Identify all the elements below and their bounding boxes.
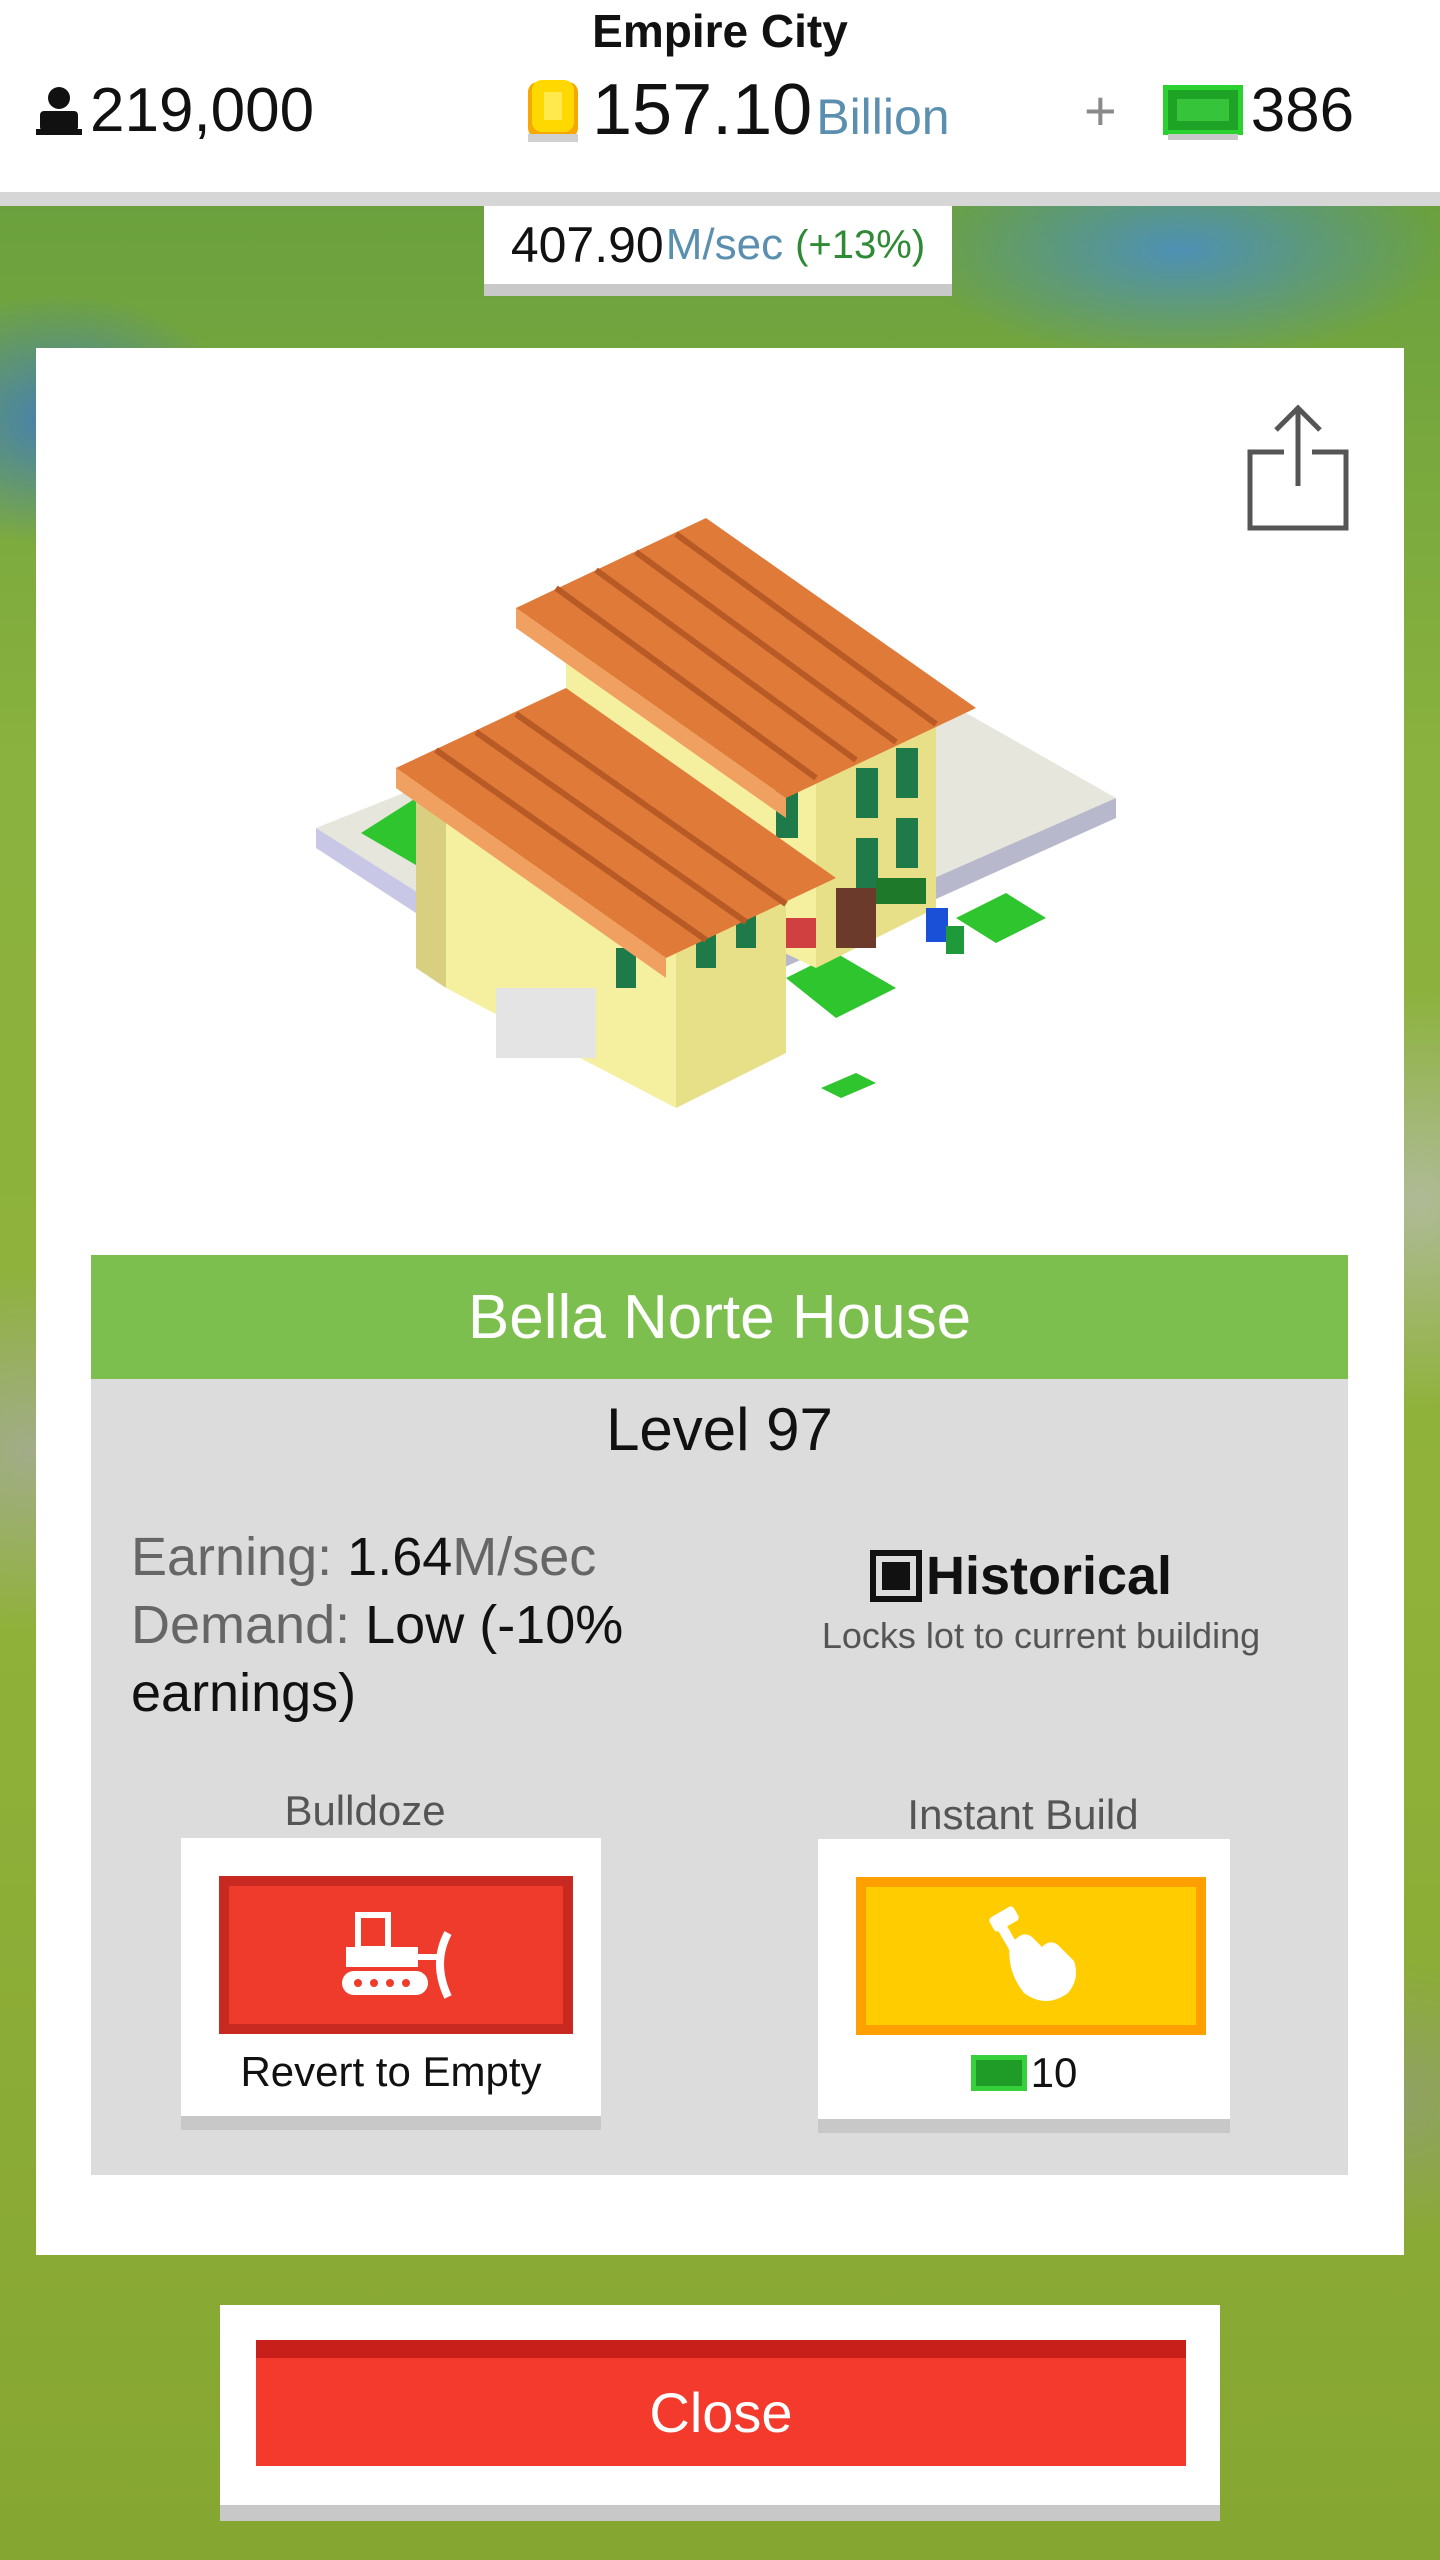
cash-value: 386 — [1250, 75, 1355, 145]
bulldoze-card[interactable]: Revert to Empty — [181, 1838, 601, 2130]
coins-value: 157.10 — [592, 70, 813, 150]
cash-counter[interactable]: + 386 — [1084, 72, 1354, 148]
earning-label: Earning: — [131, 1527, 333, 1587]
building-name: Bella Norte House — [91, 1255, 1348, 1379]
instant-build-title: Instant Build — [907, 1791, 1139, 1838]
bulldozer-icon — [342, 1912, 452, 1999]
income-value: 407.90 — [510, 217, 664, 273]
demand-value: Low (-10% — [365, 1595, 624, 1655]
historical-toggle[interactable]: Historical Locks lot to current building — [791, 1545, 1291, 1657]
income-unit: M/sec — [665, 220, 784, 269]
coins-unit: Billion — [816, 89, 950, 145]
bulldoze-caption: Revert to Empty — [240, 2048, 542, 2095]
person-icon — [36, 87, 82, 135]
instant-build-card[interactable]: 10 — [818, 1839, 1230, 2133]
building-illustration — [316, 518, 1116, 1108]
cash-icon — [970, 2055, 1027, 2091]
historical-checkbox[interactable] — [869, 1550, 922, 1602]
city-name: Empire City — [592, 5, 848, 57]
building-level: Level 97 — [606, 1396, 833, 1463]
bulldoze-button[interactable] — [219, 1876, 573, 2034]
coin-counter: 157.10 Billion — [524, 68, 950, 152]
add-cash-button[interactable]: + — [1084, 78, 1117, 143]
instant-build-cost: 10 — [818, 2049, 1230, 2097]
historical-label: Historical — [925, 1546, 1173, 1606]
population-value: 219,000 — [90, 75, 315, 145]
population-counter: 219,000 — [36, 72, 314, 148]
instant-build-button[interactable] — [856, 1877, 1206, 2035]
hammer-hand-icon — [989, 1906, 1076, 2001]
income-percent: (+13%) — [795, 222, 926, 267]
close-button[interactable]: Close — [256, 2340, 1186, 2466]
bulldoze-title: Bulldoze — [284, 1787, 446, 1834]
cash-icon — [1162, 85, 1243, 140]
checkbox-fill — [881, 1562, 910, 1590]
building-info-panel: Bella Norte House Level 97 Earning: 1.64… — [91, 1255, 1348, 2175]
share-icon[interactable] — [1244, 400, 1354, 532]
building-card: Bella Norte House Level 97 Earning: 1.64… — [36, 348, 1404, 2255]
income-rate: 407.90 M/sec (+13%) — [484, 206, 952, 296]
close-button-frame[interactable]: Close — [220, 2305, 1220, 2521]
demand-label: Demand: — [131, 1595, 351, 1655]
instant-build-cost-value: 10 — [1030, 2049, 1078, 2096]
historical-description: Locks lot to current building — [821, 1615, 1261, 1656]
earning-row: Earning: 1.64M/sec — [131, 1523, 731, 1591]
top-header: Empire City 219,000 157.10 Billion + 386 — [0, 0, 1440, 206]
earning-value: 1.64 — [347, 1527, 453, 1587]
historical-title[interactable]: Historical — [751, 1545, 1291, 1607]
demand-row: Demand: Low (-10% — [131, 1591, 731, 1659]
earning-unit: M/sec — [452, 1527, 597, 1587]
building-stats: Earning: 1.64M/sec Demand: Low (-10% ear… — [131, 1523, 731, 1727]
demand-value-cont: earnings) — [131, 1663, 357, 1723]
coin-icon — [528, 80, 578, 142]
